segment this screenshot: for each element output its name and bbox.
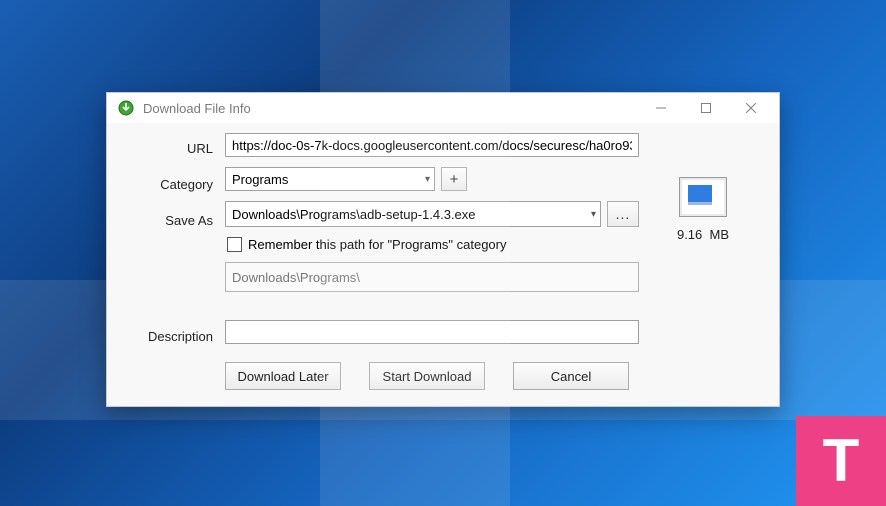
- title-bar: Download File Info: [107, 93, 779, 123]
- save-as-value: Downloads\Programs\adb-setup-1.4.3.exe: [232, 207, 476, 222]
- close-button[interactable]: [728, 94, 773, 122]
- file-size-text: 9.16 MB: [677, 227, 729, 242]
- chevron-down-icon: ▾: [591, 209, 596, 220]
- watermark-logo: T: [796, 416, 886, 506]
- cancel-button[interactable]: Cancel: [513, 362, 629, 390]
- category-label: Category: [160, 173, 213, 195]
- category-selected-value: Programs: [232, 172, 288, 187]
- description-input[interactable]: [225, 320, 639, 344]
- save-as-label: Save As: [165, 209, 213, 231]
- start-download-button[interactable]: Start Download: [369, 362, 485, 390]
- desktop-background: Download File Info URL Category Save As …: [0, 0, 886, 506]
- download-later-button[interactable]: Download Later: [225, 362, 341, 390]
- url-label: URL: [187, 137, 213, 159]
- file-preview-column: 9.16 MB: [645, 133, 761, 390]
- save-as-select[interactable]: Downloads\Programs\adb-setup-1.4.3.exe ▾: [225, 201, 601, 227]
- remember-path-label: Remember this path for "Programs" catego…: [248, 237, 507, 252]
- minimize-button[interactable]: [638, 94, 683, 122]
- download-file-info-dialog: Download File Info URL Category Save As …: [106, 92, 780, 407]
- idm-app-icon: [117, 99, 135, 117]
- remember-path-display: Downloads\Programs\: [225, 262, 639, 292]
- description-label: Description: [148, 325, 213, 347]
- label-column: URL Category Save As Description: [107, 133, 219, 390]
- url-input[interactable]: [225, 133, 639, 157]
- window-title: Download File Info: [143, 101, 638, 116]
- browse-button[interactable]: ...: [607, 201, 639, 227]
- chevron-down-icon: ▾: [425, 174, 430, 185]
- remember-path-checkbox[interactable]: [227, 237, 242, 252]
- fields-column: Programs ▾ + Downloads\Programs\adb-setu…: [225, 133, 639, 390]
- category-select[interactable]: Programs ▾: [225, 167, 435, 191]
- add-category-button[interactable]: +: [441, 167, 467, 191]
- file-type-icon: [679, 177, 727, 217]
- maximize-button[interactable]: [683, 94, 728, 122]
